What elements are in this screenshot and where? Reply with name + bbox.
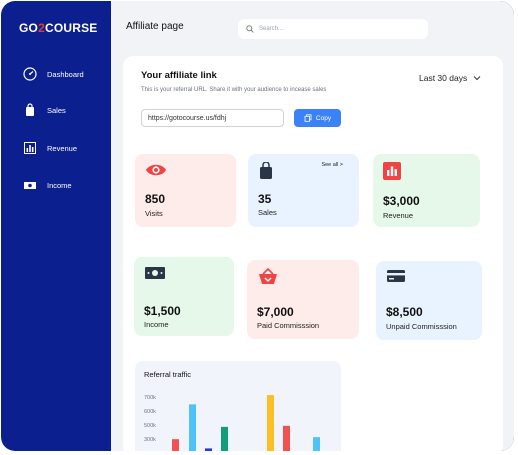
sidebar-item-label: Sales — [47, 105, 66, 115]
sidebar-item-label: Revenue — [47, 143, 78, 153]
affiliate-title: Your affiliate link — [141, 70, 217, 81]
sales-card[interactable]: See all > 35 Sales — [248, 154, 359, 227]
sidebar-item-dashboard[interactable]: Dashboard — [23, 67, 84, 81]
referral-traffic-card: Referral traffic 700k 600k 500k 300k 200k — [135, 361, 341, 451]
unpaid-commission-card[interactable]: $8,500 Unpaid Commisssion — [376, 261, 482, 340]
copy-icon — [304, 114, 312, 122]
chart-bar — [283, 425, 290, 451]
sales-label: Sales — [258, 208, 277, 217]
shopping-bag-icon — [260, 162, 272, 179]
y-tick-label: 600k — [144, 409, 156, 415]
unpaid-commission-value: $8,500 — [386, 305, 423, 319]
search-icon — [246, 25, 254, 33]
copy-button[interactable]: Copy — [294, 109, 341, 127]
logo-text-go: GO — [19, 21, 39, 35]
logo-text-course: COURSE — [44, 21, 98, 35]
sidebar-item-label: Dashboard — [47, 69, 84, 79]
chart-bar — [189, 404, 196, 451]
chart-bar — [172, 439, 179, 451]
chart-bar — [313, 437, 320, 451]
paid-commission-card[interactable]: $7,000 Paid Commisssion — [247, 260, 359, 339]
revenue-label: Revenue — [383, 211, 414, 220]
affiliate-panel: Your affiliate link This is your referra… — [123, 56, 503, 451]
banknote-icon — [145, 267, 165, 279]
sidebar-item-income[interactable]: Income — [23, 178, 72, 192]
main-content: Affiliate page Search... Your affiliate … — [111, 1, 514, 451]
logo-text-2: 2 — [38, 21, 45, 35]
logo: GO2COURSE — [19, 21, 98, 35]
eye-icon — [146, 164, 166, 176]
gauge-icon — [23, 67, 37, 81]
visits-value: 850 — [145, 192, 166, 206]
credit-card-icon — [387, 270, 405, 282]
sidebar-item-revenue[interactable]: Revenue — [23, 141, 77, 155]
copy-label: Copy — [315, 114, 332, 122]
revenue-card[interactable]: $3,000 Revenue — [373, 154, 480, 227]
visits-card[interactable]: 850 Visits — [135, 154, 236, 227]
chart-bar — [205, 448, 212, 451]
paid-commission-label: Paid Commisssion — [257, 321, 320, 330]
bar-chart-icon — [383, 162, 401, 180]
bar-chart-icon — [23, 141, 37, 155]
chart-bar — [267, 395, 274, 451]
search-input[interactable]: Search... — [238, 19, 428, 39]
paid-commission-value: $7,000 — [257, 305, 294, 319]
search-placeholder: Search... — [259, 26, 284, 32]
income-value: $1,500 — [144, 304, 181, 318]
referral-link-field[interactable]: https://gotocourse.us/fdhj — [141, 109, 284, 127]
date-range-dropdown[interactable]: Last 30 days — [419, 73, 481, 83]
income-label: Income — [144, 320, 169, 329]
page-title: Affiliate page — [126, 21, 184, 32]
sidebar-item-label: Income — [47, 180, 72, 190]
affiliate-description: This is your referral URL. Share it with… — [141, 87, 327, 93]
see-all-link[interactable]: See all > — [321, 162, 343, 168]
banknote-icon — [23, 178, 37, 192]
sales-value: 35 — [258, 192, 272, 206]
chevron-down-icon — [473, 76, 481, 81]
revenue-value: $3,000 — [383, 194, 420, 208]
shopping-bag-icon — [23, 103, 37, 117]
basket-icon — [259, 268, 277, 284]
unpaid-commission-label: Unpaid Commisssion — [386, 322, 457, 331]
y-tick-label: 700k — [144, 395, 156, 401]
referral-link-value: https://gotocourse.us/fdhj — [148, 114, 227, 122]
date-range-label: Last 30 days — [419, 73, 468, 83]
app-frame: GO2COURSE Dashboard Sales Revenue Income — [1, 1, 514, 451]
y-tick-label: 300k — [144, 437, 156, 443]
y-tick-label: 500k — [144, 423, 156, 429]
income-card[interactable]: $1,500 Income — [134, 257, 234, 336]
visits-label: Visits — [145, 209, 163, 218]
sidebar: GO2COURSE Dashboard Sales Revenue Income — [1, 1, 111, 451]
sidebar-item-sales[interactable]: Sales — [23, 103, 66, 117]
referral-traffic-chart: 700k600k500k300k200k — [144, 395, 320, 451]
chart-bar — [221, 426, 228, 451]
